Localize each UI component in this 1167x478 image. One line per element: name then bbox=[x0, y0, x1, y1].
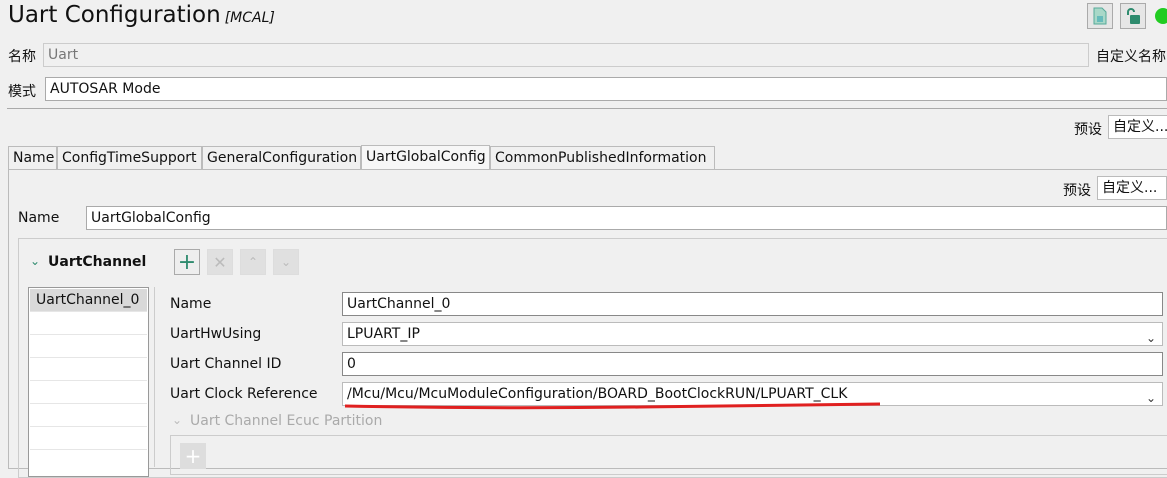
move-down-button[interactable]: ⌄ bbox=[273, 249, 299, 275]
module-name-input[interactable]: Uart bbox=[43, 43, 1089, 67]
panel-preset-select[interactable]: 自定义... bbox=[1097, 176, 1167, 200]
save-button[interactable] bbox=[1087, 3, 1113, 29]
move-up-button[interactable]: ⌃ bbox=[240, 249, 266, 275]
close-icon: ✕ bbox=[213, 252, 227, 272]
panel-name-label: Name bbox=[18, 210, 60, 226]
dropdown-arrow-icon: ⌄ bbox=[1145, 391, 1156, 405]
channel-id-label: Uart Channel ID bbox=[170, 356, 282, 372]
channel-name-label: Name bbox=[170, 296, 212, 312]
custom-name-label: 自定义名称 bbox=[1096, 49, 1166, 65]
splitter[interactable] bbox=[154, 287, 155, 467]
dropdown-arrow-icon: ⌄ bbox=[1145, 331, 1156, 345]
list-item[interactable]: UartChannel_0 bbox=[30, 289, 147, 312]
status-indicator-icon bbox=[1155, 8, 1167, 24]
channel-name-input[interactable]: UartChannel_0 bbox=[342, 292, 1163, 316]
panel-preset-label: 预设 bbox=[1063, 183, 1091, 199]
chevron-down-icon[interactable]: ⌄ bbox=[30, 254, 40, 268]
mode-input[interactable]: AUTOSAR Mode bbox=[45, 77, 1167, 101]
channel-list: UartChannel_0 bbox=[28, 287, 149, 477]
tab-config-time-support[interactable]: ConfigTimeSupport bbox=[57, 146, 202, 169]
hw-using-value: LPUART_IP bbox=[347, 326, 420, 342]
tab-uart-global-config[interactable]: UartGlobalConfig bbox=[361, 145, 490, 170]
lock-button[interactable] bbox=[1120, 3, 1146, 29]
hw-using-label: UartHwUsing bbox=[170, 326, 262, 342]
tab-general-configuration[interactable]: GeneralConfiguration bbox=[202, 146, 361, 169]
title-text: Uart Configuration bbox=[8, 2, 221, 28]
plus-icon: + bbox=[177, 249, 197, 275]
group-title: UartChannel bbox=[48, 254, 147, 270]
plus-icon: + bbox=[184, 444, 202, 468]
red-underline-annotation bbox=[344, 402, 881, 410]
tab-name[interactable]: Name bbox=[8, 146, 57, 169]
document-icon bbox=[1093, 7, 1107, 25]
channel-id-input[interactable]: 0 bbox=[342, 352, 1163, 376]
chevron-down-icon[interactable]: ⌄ bbox=[172, 413, 182, 427]
divider bbox=[7, 108, 1167, 109]
page-title: Uart Configuration [MCAL] bbox=[8, 2, 275, 28]
name-label: 名称 bbox=[8, 49, 36, 65]
chevron-down-icon: ⌄ bbox=[280, 255, 292, 269]
remove-button[interactable]: ✕ bbox=[207, 249, 233, 275]
add-button[interactable]: + bbox=[174, 249, 200, 275]
title-subtitle: [MCAL] bbox=[224, 10, 275, 26]
panel-name-input[interactable]: UartGlobalConfig bbox=[86, 206, 1167, 230]
add-partition-button[interactable]: + bbox=[180, 443, 206, 469]
clock-ref-label: Uart Clock Reference bbox=[170, 386, 318, 402]
chevron-up-icon: ⌃ bbox=[247, 255, 259, 269]
ecuc-partition-label: Uart Channel Ecuc Partition bbox=[190, 413, 383, 429]
preset-label: 预设 bbox=[1074, 122, 1102, 138]
hw-using-select[interactable]: LPUART_IP ⌄ bbox=[342, 322, 1163, 346]
mode-label: 模式 bbox=[8, 84, 36, 100]
tab-common-published-information[interactable]: CommonPublishedInformation bbox=[490, 146, 715, 169]
preset-select[interactable]: 自定义... bbox=[1108, 115, 1167, 139]
unlock-icon bbox=[1127, 8, 1140, 24]
ecuc-partition-box bbox=[170, 435, 1167, 475]
